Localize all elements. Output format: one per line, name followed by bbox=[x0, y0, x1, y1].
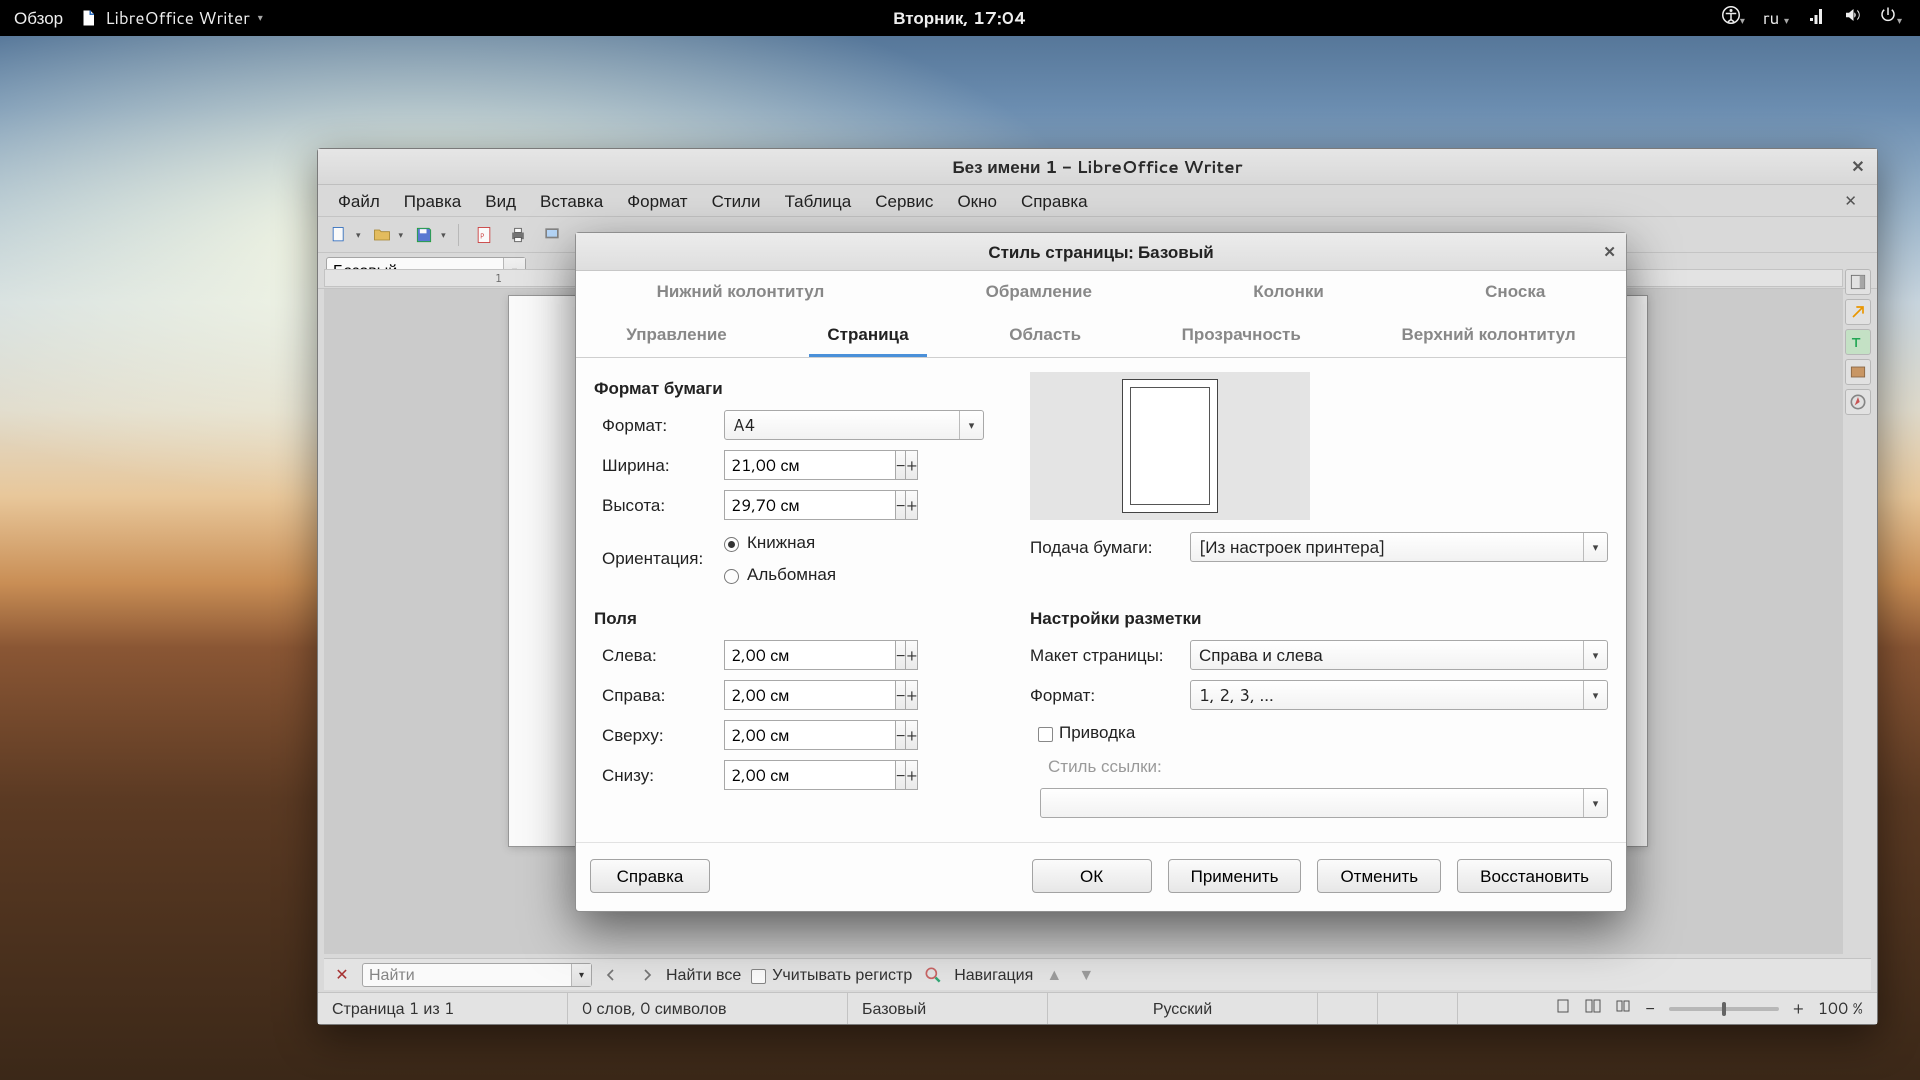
cancel-button[interactable]: Отменить bbox=[1317, 859, 1441, 893]
clock[interactable]: Вторник, 17:04 bbox=[893, 6, 1027, 30]
tab-page[interactable]: Страница bbox=[809, 314, 926, 357]
paper-tray-select[interactable]: [Из настроек принтера]▾ bbox=[1190, 532, 1608, 562]
reset-button[interactable]: Восстановить bbox=[1457, 859, 1612, 893]
number-format-select[interactable]: 1, 2, 3, ...▾ bbox=[1190, 680, 1608, 710]
width-label: Ширина: bbox=[594, 453, 724, 477]
tab-transparency[interactable]: Прозрачность bbox=[1164, 314, 1319, 357]
width-decrement[interactable]: − bbox=[895, 450, 905, 480]
chevron-down-icon: ▾ bbox=[258, 11, 263, 25]
volume-icon[interactable] bbox=[1843, 6, 1861, 30]
tab-header[interactable]: Верхний колонтитул bbox=[1383, 314, 1593, 357]
orientation-label: Ориентация: bbox=[594, 546, 724, 570]
margin-left-increment[interactable]: + bbox=[905, 640, 918, 670]
dialog-tabs: Нижний колонтитул Обрамление Колонки Сно… bbox=[576, 271, 1626, 358]
tab-footnote[interactable]: Сноска bbox=[1467, 271, 1563, 314]
network-icon[interactable] bbox=[1807, 6, 1825, 30]
margin-bottom-label: Снизу: bbox=[594, 763, 724, 787]
ok-button[interactable]: ОК bbox=[1032, 859, 1152, 893]
margin-right-label: Справа: bbox=[594, 683, 724, 707]
orientation-landscape-radio[interactable]: Альбомная bbox=[724, 562, 836, 586]
dialog-close-button[interactable]: ✕ bbox=[1603, 241, 1616, 262]
page-layout-select[interactable]: Справа и слева▾ bbox=[1190, 640, 1608, 670]
margin-right-increment[interactable]: + bbox=[905, 680, 918, 710]
margin-left-spin[interactable]: − + bbox=[724, 640, 874, 670]
tab-footer[interactable]: Нижний колонтитул bbox=[639, 271, 843, 314]
height-input[interactable] bbox=[724, 490, 895, 520]
margin-right-spin[interactable]: − + bbox=[724, 680, 874, 710]
height-increment[interactable]: + bbox=[905, 490, 918, 520]
window-titlebar[interactable]: Без имени 1 - LibreOffice Writer ✕ bbox=[318, 149, 1877, 185]
margin-top-spin[interactable]: − + bbox=[724, 720, 874, 750]
dialog-button-row: Справка ОК Применить Отменить Восстанови… bbox=[576, 842, 1626, 911]
activities-button[interactable]: Обзор bbox=[14, 6, 63, 30]
paper-format-select[interactable]: A4▾ bbox=[724, 410, 984, 440]
margin-bottom-input[interactable] bbox=[724, 760, 895, 790]
margin-top-increment[interactable]: + bbox=[905, 720, 918, 750]
paper-format-heading: Формат бумаги bbox=[594, 376, 1004, 400]
margin-left-input[interactable] bbox=[724, 640, 895, 670]
width-increment[interactable]: + bbox=[905, 450, 918, 480]
gnome-topbar: Обзор LibreOffice Writer ▾ Вторник, 17:0… bbox=[0, 0, 1920, 36]
help-button[interactable]: Справка bbox=[590, 859, 710, 893]
reference-style-select: ▾ bbox=[1040, 788, 1608, 818]
register-true-checkbox[interactable]: Приводка bbox=[1030, 720, 1135, 744]
margin-right-input[interactable] bbox=[724, 680, 895, 710]
format-label: Формат: bbox=[594, 413, 724, 437]
width-input[interactable] bbox=[724, 450, 895, 480]
page-layout-label: Макет страницы: bbox=[1030, 643, 1190, 667]
tab-borders[interactable]: Обрамление bbox=[968, 271, 1110, 314]
paper-tray-label: Подача бумаги: bbox=[1030, 535, 1190, 559]
tab-columns[interactable]: Колонки bbox=[1235, 271, 1342, 314]
number-format-label: Формат: bbox=[1030, 683, 1190, 707]
page-preview bbox=[1030, 372, 1310, 520]
margin-top-decrement[interactable]: − bbox=[895, 720, 905, 750]
margin-right-decrement[interactable]: − bbox=[895, 680, 905, 710]
height-spin[interactable]: − + bbox=[724, 490, 874, 520]
margin-left-label: Слева: bbox=[594, 643, 724, 667]
margin-top-label: Сверху: bbox=[594, 723, 724, 747]
margin-bottom-spin[interactable]: − + bbox=[724, 760, 874, 790]
layout-settings-heading: Настройки разметки bbox=[1030, 606, 1608, 630]
reference-style-label: Стиль ссылки: bbox=[1048, 754, 1162, 778]
dialog-title: Стиль страницы: Базовый bbox=[988, 240, 1213, 264]
dialog-titlebar[interactable]: Стиль страницы: Базовый ✕ bbox=[576, 233, 1626, 271]
keyboard-layout-indicator[interactable]: ru ▾ bbox=[1763, 6, 1789, 30]
orientation-portrait-radio[interactable]: Книжная bbox=[724, 530, 836, 554]
window-title: Без имени 1 - LibreOffice Writer bbox=[952, 155, 1242, 179]
height-decrement[interactable]: − bbox=[895, 490, 905, 520]
page-style-dialog: Стиль страницы: Базовый ✕ Нижний колонти… bbox=[575, 232, 1627, 912]
window-close-button[interactable]: ✕ bbox=[1849, 157, 1867, 175]
apply-button[interactable]: Применить bbox=[1168, 859, 1302, 893]
margin-top-input[interactable] bbox=[724, 720, 895, 750]
height-label: Высота: bbox=[594, 493, 724, 517]
accessibility-menu[interactable]: ▾ bbox=[1722, 6, 1745, 30]
margin-bottom-increment[interactable]: + bbox=[905, 760, 918, 790]
tab-area[interactable]: Область bbox=[991, 314, 1099, 357]
document-icon bbox=[79, 9, 97, 27]
power-menu[interactable]: ▾ bbox=[1879, 6, 1902, 30]
width-spin[interactable]: − + bbox=[724, 450, 874, 480]
margins-heading: Поля bbox=[594, 606, 1004, 630]
margin-bottom-decrement[interactable]: − bbox=[895, 760, 905, 790]
margin-left-decrement[interactable]: − bbox=[895, 640, 905, 670]
tab-organizer[interactable]: Управление bbox=[608, 314, 744, 357]
active-app-menu[interactable]: LibreOffice Writer ▾ bbox=[79, 6, 263, 30]
